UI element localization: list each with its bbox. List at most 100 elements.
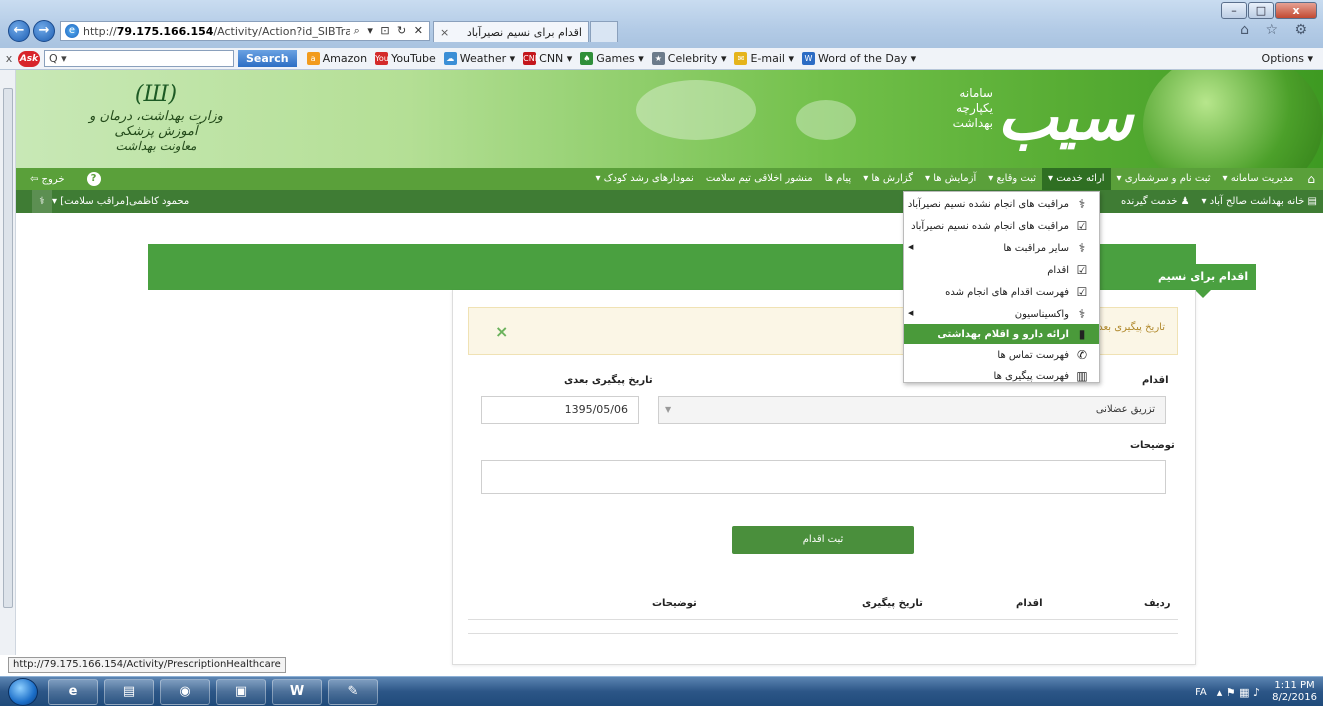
tab-close-icon[interactable]: × — [440, 26, 449, 39]
table-empty-row — [468, 633, 1178, 634]
alert-text: تاریخ پیگیری بعد — [1098, 322, 1165, 333]
col-notes: توضیحات — [652, 598, 697, 609]
address-url: http://79.175.166.154/Activity/Action?id… — [83, 24, 350, 38]
menu-item-icon: ☑ — [1076, 219, 1088, 233]
nav-item[interactable]: ثبت وقایع ▾ — [982, 168, 1042, 190]
favorite-label: Celebrity ▾ — [667, 52, 727, 65]
address-bar[interactable]: e http://79.175.166.154/Activity/Action?… — [60, 21, 430, 41]
toolbar-close-icon[interactable]: x — [0, 52, 18, 65]
logo-sub-line: یکپارچه — [956, 101, 993, 115]
favorite-label: Amazon — [322, 52, 368, 65]
home-icon[interactable]: ⌂ — [1299, 172, 1323, 186]
menu-item-icon: ☑ — [1076, 285, 1088, 299]
browser-right-icons[interactable]: ⌂ ☆ ⚙ — [1240, 22, 1313, 38]
help-icon[interactable]: ? — [86, 172, 101, 186]
notes-textarea[interactable] — [481, 460, 1166, 494]
col-row-number: ردیف — [1144, 598, 1171, 609]
taskbar-app[interactable]: ✎ — [328, 679, 378, 705]
dropdown-item[interactable]: ▮ ارائه دارو و اقلام بهداشتی — [904, 324, 1099, 344]
menu-item-label: سایر مراقبت ها — [1003, 242, 1069, 254]
menu-item-label: اقدام — [1047, 264, 1069, 276]
service-recipient-menu[interactable]: ♟ خدمت گیرنده — [1115, 196, 1196, 207]
notes-label: توضیحات — [1130, 440, 1175, 451]
logo-sub-line: سامانه — [959, 86, 993, 100]
actions-table-header: ردیف اقدام تاریخ پیگیری توضیحات — [468, 590, 1178, 620]
menu-item-label: ارائه دارو و اقلام بهداشتی — [937, 328, 1069, 340]
ask-logo-icon: Ask — [18, 50, 40, 67]
close-window-button[interactable]: x — [1275, 2, 1317, 19]
taskbar-app[interactable]: ▣ — [216, 679, 266, 705]
browser-tab-active[interactable]: اقدام برای نسیم نصیرآباد × — [433, 21, 589, 42]
favorite-link[interactable]: You YouTube — [375, 52, 436, 65]
sib-logo: سیب — [997, 80, 1133, 155]
user-area: محمود کاظمی[مراقب سلامت] ▾ ⚕ — [26, 190, 189, 213]
taskbar-app[interactable]: W — [272, 679, 322, 705]
nav-item[interactable]: آزمایش ها ▾ — [919, 168, 982, 190]
clock-date: 8/2/2016 — [1272, 692, 1317, 703]
scrollbar-thumb[interactable] — [3, 88, 13, 608]
dropdown-item[interactable]: ☑ اقدام — [904, 260, 1099, 280]
toolbar-search-button[interactable]: Search — [238, 50, 297, 67]
nav-item[interactable]: منشور اخلاقی تیم سلامت — [700, 168, 819, 190]
action-select-value: تزریق عضلانی — [1095, 404, 1155, 415]
dropdown-item[interactable]: ☑ مراقبت های انجام شده نسیم نصیرآباد — [904, 216, 1099, 236]
favorite-link[interactable]: ♠ Games ▾ — [580, 52, 644, 65]
menu-item-icon: ⚕ — [1078, 197, 1086, 211]
taskbar-app[interactable]: ▤ — [104, 679, 154, 705]
user-menu[interactable]: محمود کاظمی[مراقب سلامت] ▾ — [52, 196, 189, 207]
submit-action-button[interactable]: ثبت اقدام — [732, 526, 914, 554]
favorite-link[interactable]: a Amazon — [306, 52, 368, 65]
dropdown-item[interactable]: ▥ فهرست پیگیری ها — [904, 366, 1099, 386]
tray-icons[interactable]: ▴ ⚑ ▦ ♪ — [1217, 686, 1260, 699]
clock[interactable]: 1:11 PM 8/2/2016 — [1272, 680, 1317, 704]
start-button[interactable] — [8, 678, 38, 706]
menu-item-label: فهرست تماس ها — [997, 349, 1069, 361]
menu-item-icon: ✆ — [1076, 348, 1088, 362]
action-select[interactable]: تزریق عضلانی ▼ — [658, 396, 1166, 424]
nav-item[interactable]: پیام ها — [819, 168, 858, 190]
new-tab-button[interactable] — [590, 21, 618, 42]
favorite-icon: CNN — [523, 52, 541, 65]
language-indicator[interactable]: FA — [1195, 687, 1207, 698]
menu-item-icon: ▮ — [1078, 327, 1086, 341]
favorite-label: Word of the Day ▾ — [818, 52, 917, 65]
taskbar-app[interactable]: ◉ — [160, 679, 210, 705]
ie-page-icon: e — [65, 24, 79, 38]
menu-item-label: فهرست پیگیری ها — [993, 370, 1069, 382]
toolbar-options-menu[interactable]: Options ▾ — [1262, 52, 1313, 65]
forward-button[interactable]: → — [33, 20, 55, 42]
dropdown-item[interactable]: ⚕ واکسیناسیون ◀ — [904, 304, 1099, 324]
status-bar-url: http://79.175.166.154/Activity/Prescript… — [8, 657, 286, 673]
banner-light-blob — [796, 100, 856, 140]
favorite-link[interactable]: W Word of the Day ▾ — [802, 52, 916, 65]
nav-item[interactable]: نمودارهای رشد کودک ▾ — [590, 168, 700, 190]
menu-item-label: مراقبت های انجام شده نسیم نصیرآباد — [911, 220, 1069, 232]
nav-item[interactable]: ثبت نام و سرشماری ▾ — [1111, 168, 1217, 190]
nav-item[interactable]: گزارش ها ▾ — [857, 168, 919, 190]
nav-item[interactable]: ارائه خدمت ▾ — [1042, 168, 1111, 190]
favorite-link[interactable]: ✉ E-mail ▾ — [734, 52, 794, 65]
maximize-button[interactable]: □ — [1248, 2, 1274, 19]
vertical-scrollbar[interactable] — [0, 70, 16, 655]
dropdown-item[interactable]: ⚕ مراقبت های انجام نشده نسیم نصیرآباد — [904, 194, 1099, 214]
nav-item[interactable]: مدیریت سامانه ▾ — [1217, 168, 1300, 190]
dropdown-item[interactable]: ✆ فهرست تماس ها — [904, 345, 1099, 365]
favorite-link[interactable]: ★ Celebrity ▾ — [651, 52, 727, 65]
favorite-link[interactable]: CNN CNN ▾ — [523, 52, 572, 65]
action-label: اقدام — [1142, 375, 1169, 386]
favorite-icon: ♠ — [580, 52, 594, 65]
taskbar-app[interactable]: e — [48, 679, 98, 705]
followup-date-input[interactable]: 1395/05/06 — [481, 396, 639, 424]
minimize-button[interactable]: – — [1221, 2, 1247, 19]
clinic-selector[interactable]: ▤ خانه بهداشت صالح آباد ▾ — [1196, 196, 1323, 207]
logout-link[interactable]: خروج ⇦ — [30, 174, 65, 185]
iran-emblem-icon: (Ш) — [134, 82, 178, 107]
dropdown-item[interactable]: ⚕ سایر مراقبت ها ◀ — [904, 238, 1099, 258]
favorite-link[interactable]: ☁ Weather ▾ — [443, 52, 515, 65]
address-controls[interactable]: ⌕ ▾ ⊡ ↻ ✕ — [350, 24, 429, 38]
alert-close-icon[interactable]: × — [495, 322, 508, 341]
favorites-list: a Amazon You YouTube ☁ Weather ▾ CNN CNN ▾ ♠ Game… — [306, 52, 925, 65]
back-button[interactable]: ← — [8, 20, 30, 42]
dropdown-item[interactable]: ☑ فهرست اقدام های انجام شده — [904, 282, 1099, 302]
toolbar-search-input[interactable]: Q ▾ — [44, 50, 234, 67]
